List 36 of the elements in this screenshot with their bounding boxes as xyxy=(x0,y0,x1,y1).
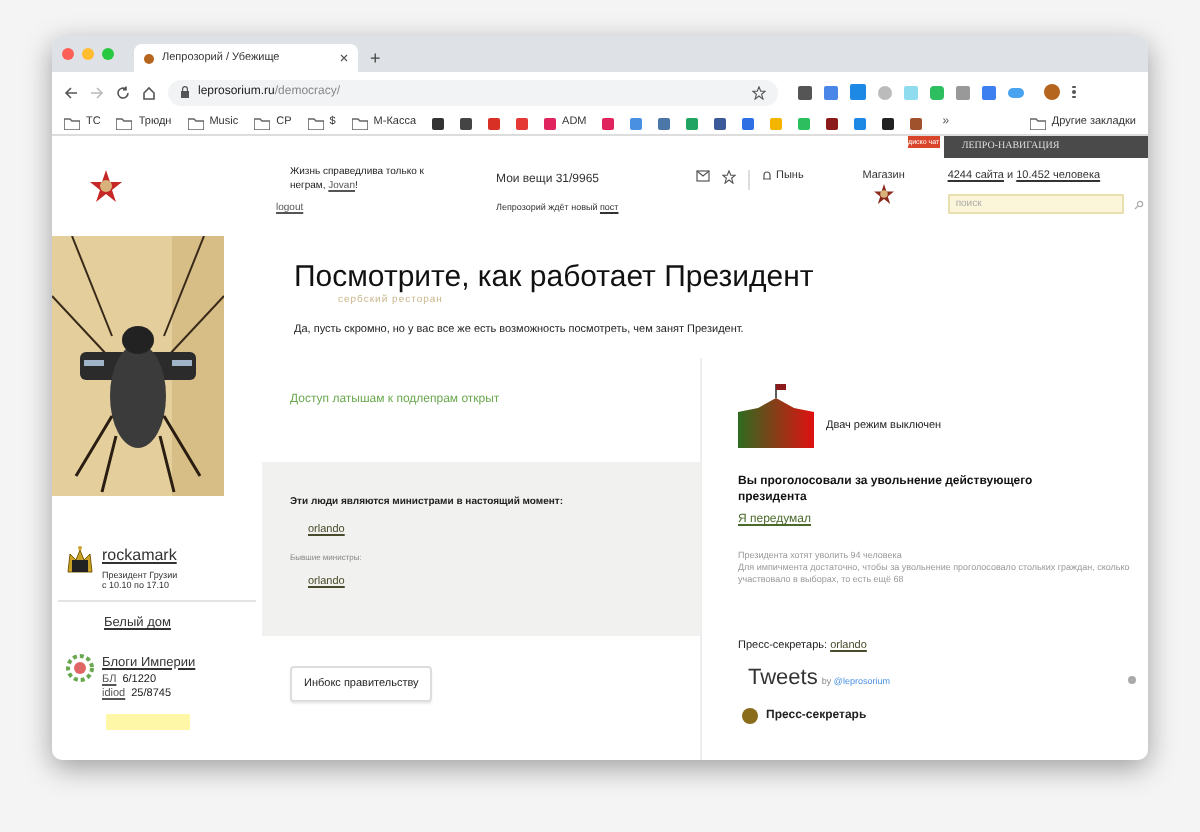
folder-icon xyxy=(64,117,80,129)
new-tab-button[interactable]: + xyxy=(370,50,381,68)
page-title: Посмотрите, как работает Президент xyxy=(294,260,816,294)
avatar-icon xyxy=(742,708,758,724)
bookmark-icon[interactable] xyxy=(432,117,445,129)
folder-icon xyxy=(187,117,204,129)
bookmark-icon[interactable] xyxy=(714,117,727,129)
star-icon[interactable] xyxy=(722,170,736,184)
star-icon[interactable] xyxy=(752,85,766,99)
folder-icon xyxy=(254,117,271,129)
highlight-bar xyxy=(106,713,190,729)
close-tab-icon[interactable] xyxy=(340,54,348,62)
crown-icon xyxy=(66,544,94,576)
bookmark-icon[interactable] xyxy=(826,117,839,129)
wreath-icon xyxy=(66,653,94,682)
avatar-icon[interactable] xyxy=(1044,84,1060,100)
bookmark-icon[interactable] xyxy=(460,117,473,129)
cloud-icon[interactable] xyxy=(1008,87,1024,97)
reload-icon[interactable] xyxy=(116,85,130,99)
bell-icon xyxy=(762,170,772,182)
bookmark-icon[interactable] xyxy=(882,117,895,129)
folder-icon xyxy=(116,117,133,129)
folder-icon xyxy=(351,117,368,129)
star-emblem-icon xyxy=(873,184,894,204)
info-icon[interactable] xyxy=(1128,676,1136,684)
lock-icon xyxy=(180,86,190,98)
tweets-title: Tweets xyxy=(748,664,818,694)
back-icon[interactable] xyxy=(64,85,78,99)
house-icon xyxy=(738,383,814,448)
star-emblem-icon xyxy=(90,170,122,202)
folder-icon xyxy=(307,117,324,129)
mail-icon[interactable] xyxy=(696,170,710,182)
folder-icon xyxy=(1029,117,1046,129)
home-icon[interactable] xyxy=(142,85,156,99)
president-link[interactable]: rockamark xyxy=(102,544,178,568)
search-icon[interactable] xyxy=(1133,199,1144,210)
